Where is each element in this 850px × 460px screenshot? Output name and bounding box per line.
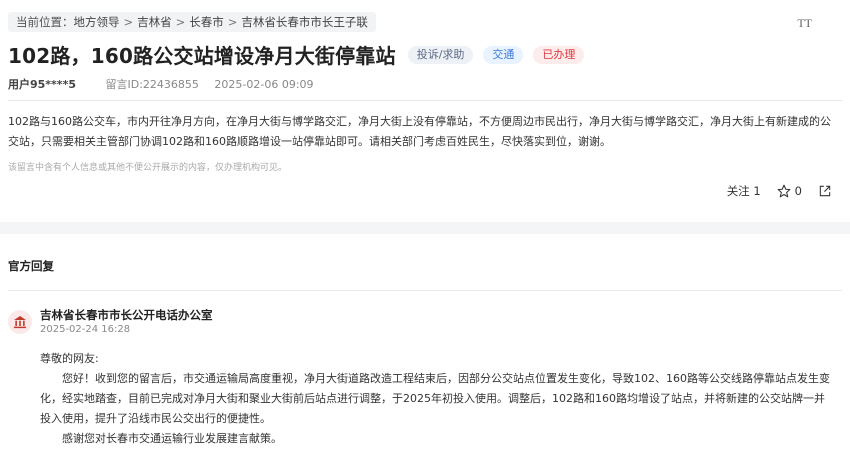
- breadcrumb-separator: >: [227, 15, 238, 29]
- breadcrumb-item-mayor[interactable]: 吉林省长春市市长王子联: [241, 14, 368, 30]
- post-content: 102路与160路公交车，市内开往净月方向，在净月大街与博学路交汇，净月大街上没…: [8, 115, 831, 148]
- privacy-notice: 该留言中含有个人信息或其他不便公开展示的内容，仅办理机构可见。: [8, 163, 288, 173]
- government-seal-icon: [8, 310, 32, 334]
- breadcrumb-item-changchun[interactable]: 长春市: [189, 14, 224, 30]
- username: 用户95****5: [8, 78, 76, 91]
- official-reply-heading: 官方回复: [8, 259, 54, 273]
- post-meta: 用户95****5 留言ID:22436855 2025-02-06 09:09: [8, 76, 314, 92]
- follow-count: 1: [753, 184, 761, 198]
- breadcrumb-item-local-leaders[interactable]: 地方领导: [74, 14, 120, 30]
- reply-date: 2025-02-24 16:28: [40, 324, 131, 335]
- divider: [8, 290, 842, 291]
- like-button[interactable]: 0: [777, 184, 802, 198]
- message-id: 留言ID:22436855: [105, 78, 199, 91]
- reply-body: 尊敬的网友: 您好！收到您的留言后，市交通运输局高度重视，净月大街道路改造工程结…: [40, 349, 830, 449]
- divider: [8, 100, 842, 101]
- category-tag: 交通: [483, 45, 524, 64]
- reply-org-name: 吉林省长春市市长公开电话办公室: [40, 308, 213, 322]
- star-icon: [777, 184, 791, 198]
- page: 当前位置： 地方领导 > 吉林省 > 长春市 > 吉林省长春市市长王子联 TT …: [0, 0, 850, 460]
- like-count: 0: [794, 184, 802, 198]
- follow-label: 关注: [726, 184, 750, 198]
- breadcrumb: 当前位置： 地方领导 > 吉林省 > 长春市 > 吉林省长春市市长王子联: [8, 12, 376, 32]
- page-title: 102路，160路公交站增设净月大街停靠站: [8, 44, 396, 68]
- share-button[interactable]: [818, 184, 832, 198]
- font-size-icon[interactable]: TT: [797, 16, 812, 31]
- reply-closing: 感谢您对长春市交通运输行业发展建言献策。: [62, 432, 282, 445]
- breadcrumb-prefix: 当前位置：: [16, 15, 74, 29]
- post-datetime: 2025-02-06 09:09: [214, 78, 314, 91]
- reply-greeting: 尊敬的网友:: [40, 352, 99, 365]
- post-actions: 关注 1 0: [727, 183, 832, 199]
- status-badge: 已办理: [533, 45, 585, 64]
- type-tag: 投诉/求助: [407, 45, 474, 64]
- breadcrumb-separator: >: [175, 15, 186, 29]
- reply-paragraph: 您好！收到您的留言后，市交通运输局高度重视，净月大街道路改造工程结束后，因部分公…: [40, 372, 830, 425]
- follow-button[interactable]: 关注 1: [727, 183, 761, 199]
- section-separator: [0, 222, 850, 234]
- share-icon: [819, 185, 831, 197]
- breadcrumb-separator: >: [123, 15, 134, 29]
- title-row: 102路，160路公交站增设净月大街停靠站 投诉/求助 交通 已办理: [8, 40, 594, 69]
- breadcrumb-item-jilin[interactable]: 吉林省: [137, 14, 172, 30]
